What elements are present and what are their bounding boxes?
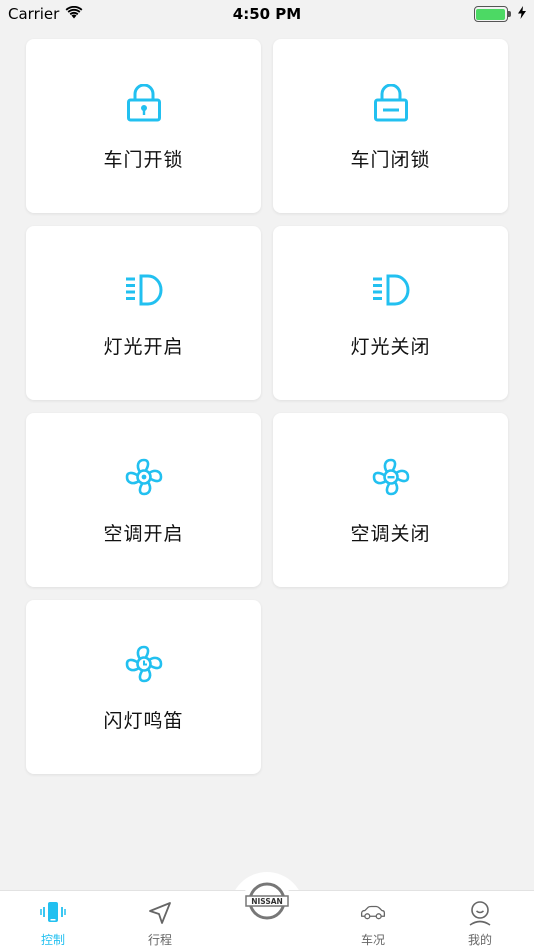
card-label: 灯光关闭 — [350, 336, 431, 358]
battery-icon — [473, 6, 511, 22]
status-time: 4:50 PM — [232, 5, 302, 23]
card-label: 车门闭锁 — [350, 149, 431, 171]
lock-door-button[interactable]: 车门闭锁 — [273, 39, 508, 213]
logo-text: NISSAN — [251, 897, 283, 906]
headlight-icon — [124, 270, 164, 310]
tab-label: 控制 — [40, 933, 65, 947]
phone-vibrate-icon — [40, 900, 66, 926]
card-label: 空调关闭 — [350, 523, 431, 545]
fan-off-icon — [371, 457, 411, 497]
tab-control[interactable]: 控制 — [13, 891, 93, 950]
card-label: 空调开启 — [103, 523, 184, 545]
navigation-icon — [147, 900, 173, 926]
unlock-door-button[interactable]: 车门开锁 — [26, 39, 261, 213]
charging-bolt-icon — [517, 5, 526, 23]
ac-off-button[interactable]: 空调关闭 — [273, 413, 508, 587]
status-right — [366, 5, 526, 23]
lights-on-button[interactable]: 灯光开启 — [26, 226, 261, 400]
profile-icon — [467, 900, 493, 926]
card-label: 闪灯鸣笛 — [103, 710, 184, 732]
tab-label: 车况 — [360, 933, 385, 947]
lock-closed-icon — [371, 83, 411, 123]
card-label: 灯光开启 — [103, 336, 184, 358]
flash-horn-button[interactable]: 闪灯鸣笛 — [26, 600, 261, 774]
card-label: 车门开锁 — [103, 149, 184, 171]
fan-timer-icon — [124, 644, 164, 684]
lights-off-button[interactable]: 灯光关闭 — [273, 226, 508, 400]
nissan-logo-icon: NISSAN — [244, 878, 290, 928]
car-icon — [360, 900, 386, 926]
tab-trip[interactable]: 行程 — [120, 891, 200, 950]
status-bar: Carrier 4:50 PM — [0, 0, 534, 28]
fan-icon — [124, 457, 164, 497]
tab-profile[interactable]: 我的 — [440, 891, 520, 950]
status-left: Carrier — [8, 5, 168, 23]
tab-label: 我的 — [467, 933, 492, 947]
tab-label: 行程 — [147, 933, 172, 947]
wifi-icon — [65, 5, 83, 23]
tab-vehicle-status[interactable]: 车况 — [333, 891, 413, 950]
headlight-icon — [371, 270, 411, 310]
ac-on-button[interactable]: 空调开启 — [26, 413, 261, 587]
carrier-label: Carrier — [8, 5, 60, 23]
lock-open-icon — [124, 83, 164, 123]
control-grid: 车门开锁 车门闭锁 灯光开启 灯光关闭 空调开启 空调关闭 闪灯鸣笛 — [26, 39, 508, 774]
center-home-button[interactable]: NISSAN — [242, 878, 292, 928]
